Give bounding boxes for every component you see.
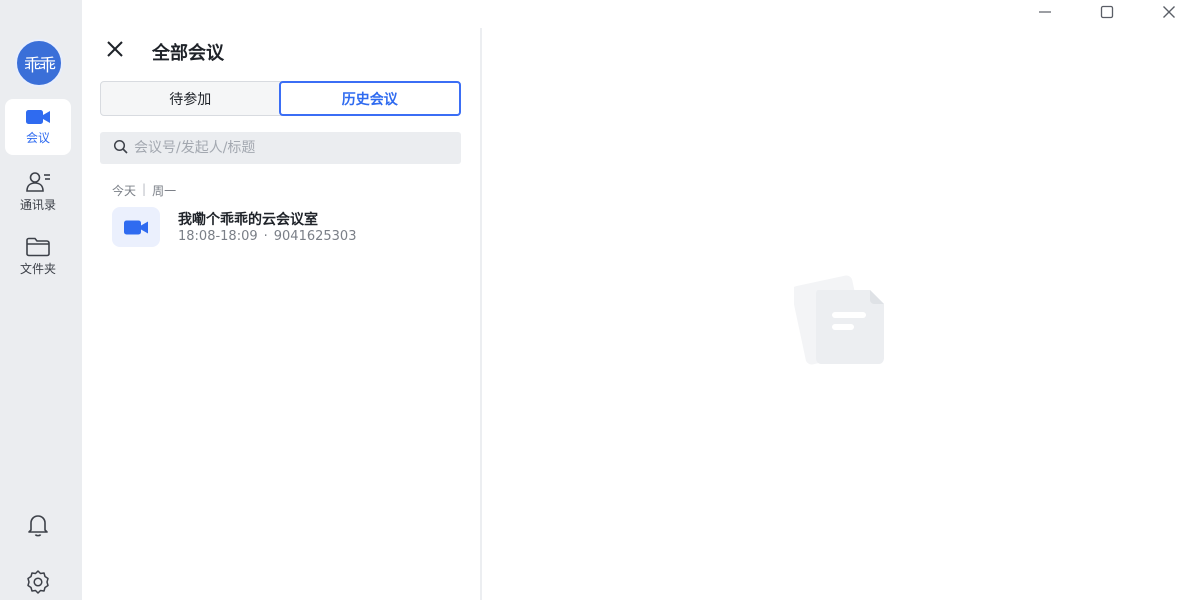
- close-icon: [1162, 4, 1176, 23]
- video-camera-icon: [25, 108, 51, 126]
- empty-document-icon: [791, 272, 890, 368]
- close-icon: [106, 40, 124, 62]
- avatar[interactable]: 乖乖: [15, 39, 63, 87]
- minimize-icon: [1038, 4, 1052, 23]
- nav-rail: 乖乖 会议 通讯录 文件夹: [0, 0, 82, 600]
- meetings-panel: 全部会议 待参加 历史会议 今天 | 周一: [82, 0, 481, 600]
- gear-icon[interactable]: [24, 568, 52, 596]
- maximize-icon: [1100, 4, 1114, 23]
- window-controls: [1014, 0, 1200, 26]
- search-icon: [113, 139, 128, 158]
- tab-history[interactable]: 历史会议: [278, 81, 461, 116]
- nav-item-label: 通讯录: [19, 198, 56, 212]
- meta-separator: ·: [263, 229, 268, 244]
- maximize-button[interactable]: [1076, 0, 1138, 26]
- nav-item-meetings[interactable]: 会议: [5, 99, 71, 155]
- close-panel-button[interactable]: [104, 40, 126, 62]
- close-window-button[interactable]: [1138, 0, 1200, 26]
- page-title: 全部会议: [152, 43, 224, 64]
- avatar-text: 乖乖: [24, 55, 56, 76]
- search-box: [100, 132, 461, 164]
- date-weekday: 周一: [152, 184, 177, 198]
- contacts-icon: [25, 171, 51, 193]
- meeting-time: 18:08-18:09: [178, 229, 258, 244]
- meeting-tabs: 待参加 历史会议: [100, 81, 461, 116]
- meeting-title: 我嘞个乖乖的云会议室: [178, 212, 318, 228]
- date-separator: |: [142, 182, 147, 196]
- panel-divider: [480, 28, 482, 600]
- tab-upcoming[interactable]: 待参加: [101, 82, 280, 115]
- nav-item-label: 文件夹: [19, 262, 56, 276]
- nav-item-label: 会议: [25, 131, 50, 145]
- folder-icon: [25, 237, 51, 257]
- bell-icon[interactable]: [24, 511, 52, 539]
- minimize-button[interactable]: [1014, 0, 1076, 26]
- nav-item-folder[interactable]: 文件夹: [5, 229, 71, 285]
- date-day: 今天: [112, 184, 137, 198]
- date-group-header: 今天 | 周一: [112, 182, 176, 199]
- meeting-meta: 18:08-18:09 · 9041625303: [178, 229, 356, 244]
- search-input[interactable]: [134, 140, 434, 156]
- meeting-id: 9041625303: [273, 229, 357, 244]
- nav-item-contacts[interactable]: 通讯录: [5, 164, 71, 220]
- list-item[interactable]: 我嘞个乖乖的云会议室 18:08-18:09 · 9041625303: [100, 200, 461, 254]
- meeting-video-icon: [112, 207, 160, 247]
- app-window: 乖乖 会议 通讯录 文件夹 全部会议 待参加 历史会议 会议号/发起人/标题 今…: [0, 0, 1200, 600]
